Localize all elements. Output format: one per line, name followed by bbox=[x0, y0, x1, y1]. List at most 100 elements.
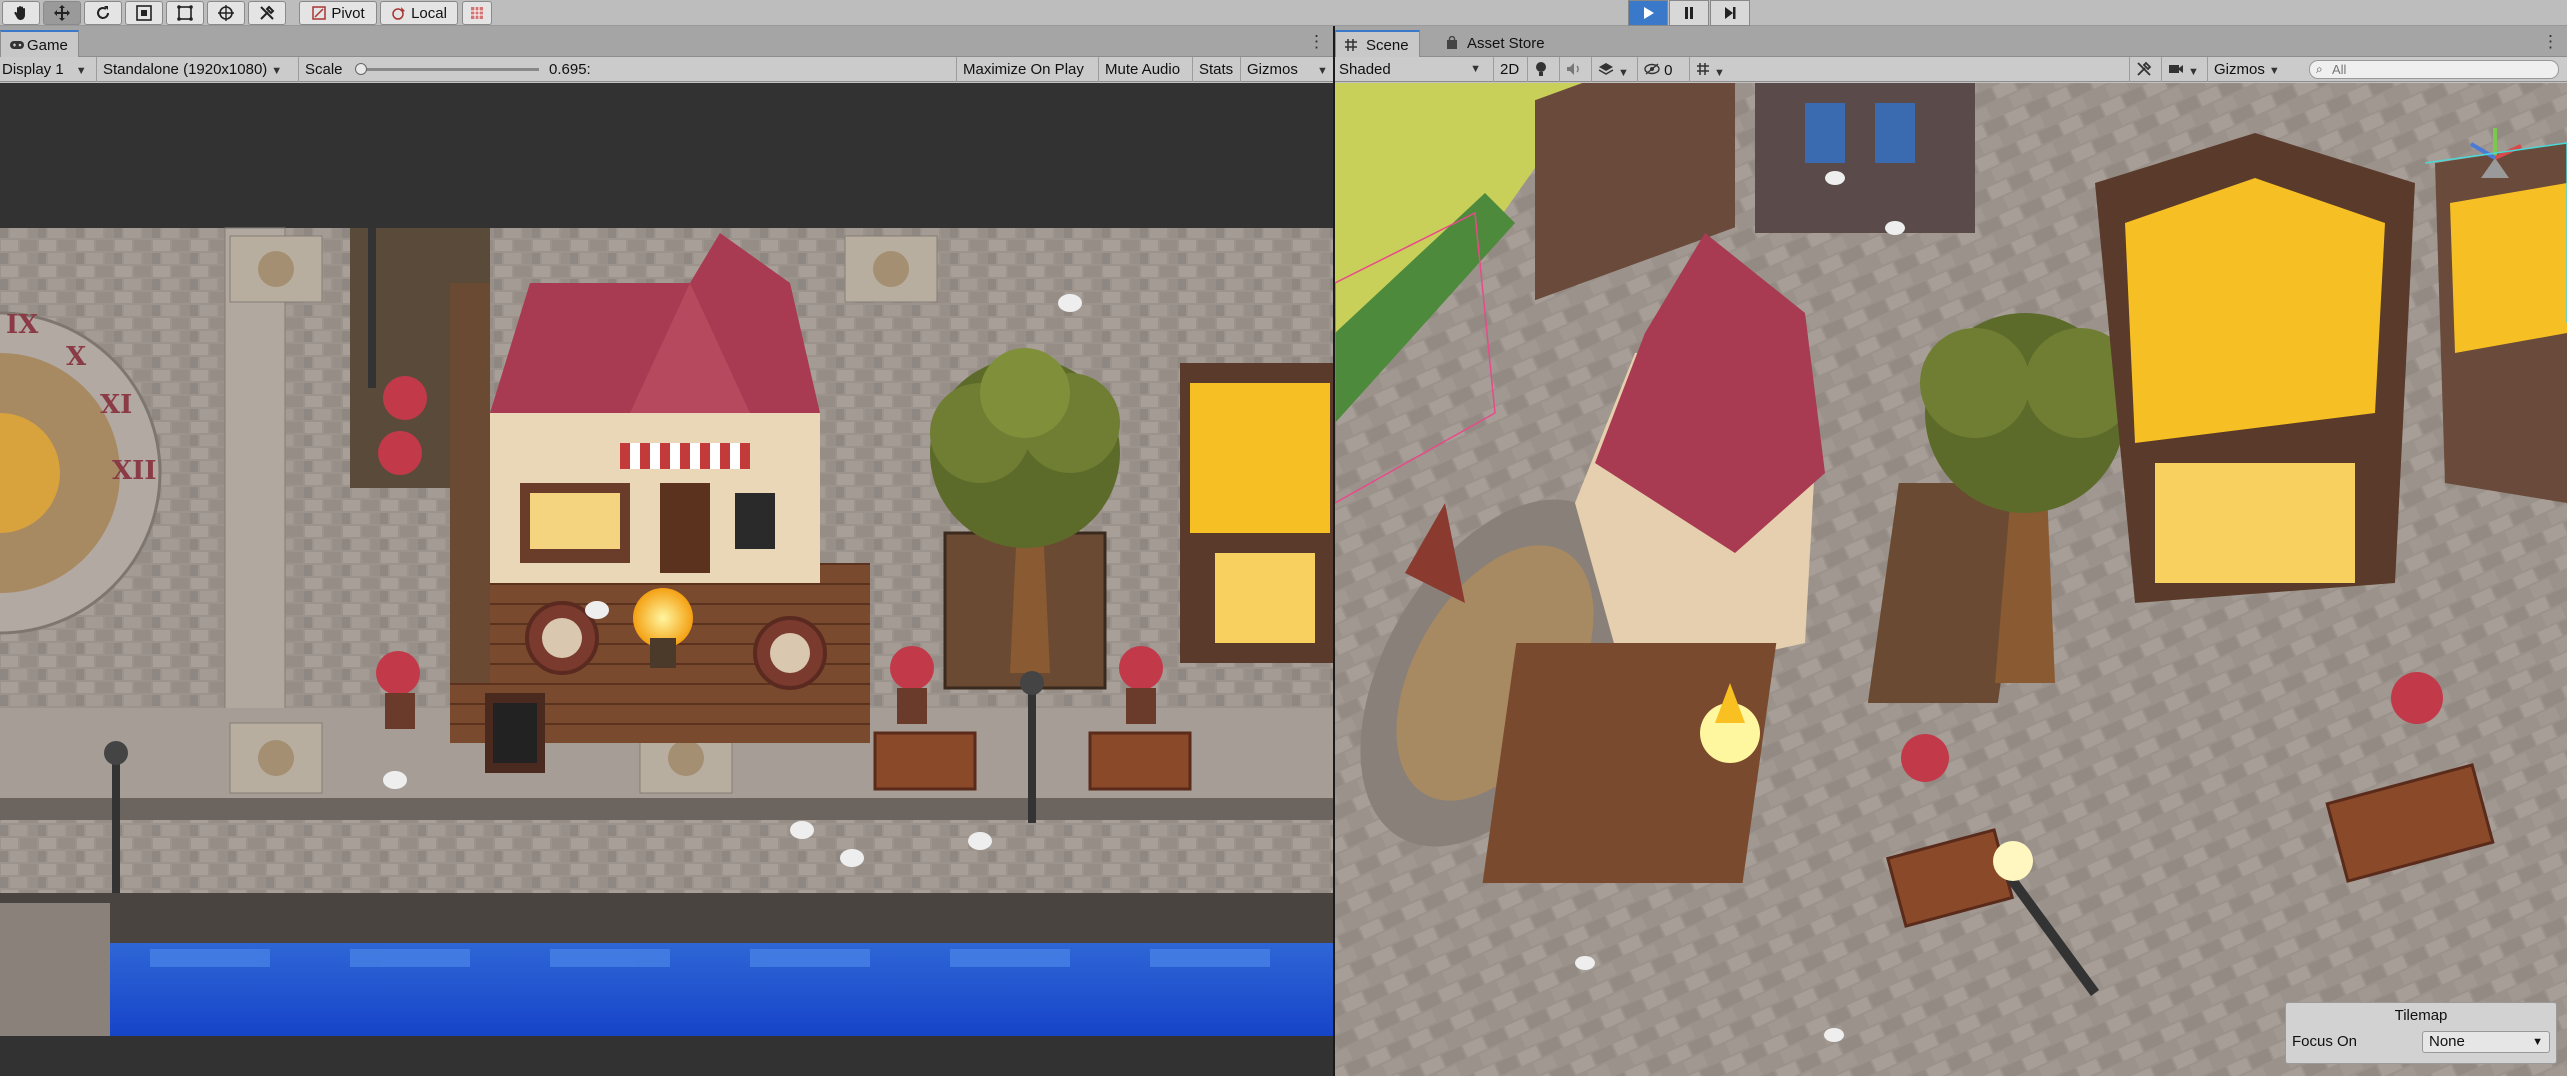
svg-text:XI: XI bbox=[100, 390, 132, 420]
game-tab-bar: Game ⋮ bbox=[0, 26, 1333, 57]
scene-gizmos-dropdown[interactable]: Gizmos ▼ bbox=[2207, 57, 2287, 82]
resolution-label: Standalone (1920x1080) bbox=[103, 61, 268, 78]
search-icon: ⌕ bbox=[2316, 62, 2323, 76]
chevron-down-icon: ▼ bbox=[271, 65, 283, 77]
mute-audio-button[interactable]: Mute Audio bbox=[1098, 57, 1186, 82]
step-icon bbox=[1725, 7, 1736, 19]
tilemap-overlay: Tilemap Focus On None ▼ bbox=[2285, 1002, 2557, 1064]
scene-panel: Scene Asset Store ⋮ Shaded ▼ 2D ▼ 0 ▼ ▼ … bbox=[1335, 26, 2567, 1076]
audio-toggle[interactable] bbox=[1559, 57, 1589, 82]
lighting-toggle[interactable] bbox=[1527, 57, 1557, 82]
speaker-icon bbox=[1567, 63, 1579, 75]
scene-tools-button[interactable] bbox=[2129, 57, 2159, 82]
camera-icon bbox=[2169, 65, 2183, 73]
snap-toggle[interactable] bbox=[462, 1, 492, 25]
local-label: Local bbox=[411, 4, 447, 22]
tab-game[interactable]: Game bbox=[0, 30, 79, 57]
custom-tools-icon bbox=[260, 5, 275, 20]
local-toggle[interactable]: Local bbox=[380, 1, 458, 25]
display-dropdown[interactable]: Display 1 ▼ bbox=[2, 57, 87, 82]
rect-tool-button[interactable] bbox=[166, 1, 204, 25]
tools-icon bbox=[2137, 61, 2152, 76]
hidden-objects-toggle[interactable]: 0 bbox=[1637, 57, 1687, 82]
hand-icon bbox=[14, 6, 25, 20]
effects-dropdown[interactable]: ▼ bbox=[1591, 57, 1635, 82]
pivot-label: Pivot bbox=[331, 4, 365, 22]
svg-text:X: X bbox=[66, 342, 87, 372]
shading-mode-dropdown[interactable]: Shaded ▼ bbox=[1339, 57, 1489, 82]
main-toolbar: Pivot Local bbox=[0, 0, 2567, 26]
chevron-down-icon[interactable]: ▼ bbox=[1313, 57, 1328, 82]
play-button[interactable] bbox=[1628, 0, 1668, 26]
shading-mode-label: Shaded bbox=[1339, 61, 1391, 78]
tab-asset-store[interactable]: Asset Store bbox=[1437, 30, 1555, 57]
lightbulb-icon bbox=[1536, 62, 1546, 76]
eye-slash-icon bbox=[1644, 63, 1660, 75]
play-icon bbox=[1644, 7, 1654, 19]
scale-label: Scale bbox=[305, 61, 343, 78]
mode-2d-toggle[interactable]: 2D bbox=[1493, 57, 1525, 82]
game-options-bar: Display 1 ▼ Standalone (1920x1080) ▼ Scale… bbox=[0, 57, 1333, 82]
scale-slider-thumb[interactable] bbox=[354, 63, 367, 75]
layers-icon bbox=[1598, 63, 1614, 75]
scene-render bbox=[1335, 27, 2567, 1076]
tab-game-label: Game bbox=[27, 37, 68, 54]
move-icon bbox=[54, 5, 70, 21]
transform-tool-button[interactable] bbox=[207, 1, 245, 25]
pause-icon bbox=[1685, 7, 1693, 19]
chevron-down-icon: ▼ bbox=[75, 65, 87, 77]
maximize-on-play-button[interactable]: Maximize On Play bbox=[956, 57, 1090, 82]
grid-icon bbox=[1345, 39, 1357, 51]
stats-button[interactable]: Stats bbox=[1192, 57, 1239, 82]
panel-divider[interactable] bbox=[1333, 26, 1335, 1076]
game-render: IX X XI XII bbox=[0, 83, 1333, 1076]
tab-asset-store-label: Asset Store bbox=[1467, 35, 1545, 52]
chevron-down-icon: ▼ bbox=[1470, 63, 1481, 75]
game-viewport[interactable]: IX X XI XII bbox=[0, 83, 1333, 1076]
scene-gizmos-label: Gizmos bbox=[2214, 61, 2265, 78]
local-icon bbox=[392, 7, 406, 20]
hand-tool-button[interactable] bbox=[2, 1, 40, 25]
focus-on-value: None bbox=[2429, 1033, 2465, 1050]
display-label: Display 1 bbox=[2, 61, 64, 78]
svg-text:XII: XII bbox=[112, 456, 157, 486]
game-panel-menu-icon[interactable]: ⋮ bbox=[1308, 32, 1325, 52]
grid-snap-icon bbox=[471, 7, 483, 19]
grid-dropdown[interactable]: ▼ bbox=[1689, 57, 1733, 82]
focus-on-label: Focus On bbox=[2292, 1033, 2358, 1050]
rotate-tool-button[interactable] bbox=[84, 1, 122, 25]
scale-slider-track[interactable] bbox=[357, 68, 539, 71]
scale-icon bbox=[136, 5, 152, 21]
svg-text:IX: IX bbox=[6, 310, 39, 340]
chevron-down-icon: ▼ bbox=[2268, 65, 2280, 77]
pivot-icon bbox=[312, 6, 327, 20]
rect-icon bbox=[177, 5, 193, 21]
custom-tools-button[interactable] bbox=[248, 1, 286, 25]
pivot-toggle[interactable]: Pivot bbox=[299, 1, 377, 25]
focus-on-dropdown[interactable]: None ▼ bbox=[2422, 1031, 2550, 1053]
scene-options-bar: Shaded ▼ 2D ▼ 0 ▼ ▼ Gizmos ▼ ⌕ All bbox=[1335, 57, 2567, 82]
scene-tab-bar: Scene Asset Store ⋮ bbox=[1335, 26, 2567, 57]
chevron-down-icon: ▼ bbox=[2532, 1036, 2543, 1048]
scale-tool-button[interactable] bbox=[125, 1, 163, 25]
rotate-icon bbox=[97, 6, 109, 19]
tab-scene-label: Scene bbox=[1366, 37, 1409, 54]
scene-viewport[interactable]: Tilemap Focus On None ▼ bbox=[1335, 27, 2567, 1076]
resolution-dropdown[interactable]: Standalone (1920x1080) ▼ bbox=[96, 57, 288, 82]
move-tool-button[interactable] bbox=[43, 1, 81, 25]
step-button[interactable] bbox=[1710, 0, 1750, 26]
scene-panel-menu-icon[interactable]: ⋮ bbox=[2542, 32, 2559, 52]
scene-search-input[interactable]: ⌕ All bbox=[2309, 60, 2559, 79]
tab-scene[interactable]: Scene bbox=[1335, 30, 1420, 57]
camera-dropdown[interactable]: ▼ bbox=[2161, 57, 2205, 82]
game-controller-icon bbox=[10, 41, 24, 49]
transform-icon bbox=[218, 5, 234, 21]
shopping-bag-icon bbox=[1447, 36, 1457, 49]
search-placeholder: All bbox=[2332, 62, 2347, 77]
grid-icon bbox=[1697, 63, 1709, 75]
pause-button[interactable] bbox=[1669, 0, 1709, 26]
scale-control: Scale 0.695: bbox=[298, 57, 608, 82]
game-gizmos-button[interactable]: Gizmos bbox=[1240, 57, 1304, 82]
chevron-down-icon: ▼ bbox=[1618, 67, 1629, 79]
scale-value: 0.695: bbox=[549, 61, 591, 78]
